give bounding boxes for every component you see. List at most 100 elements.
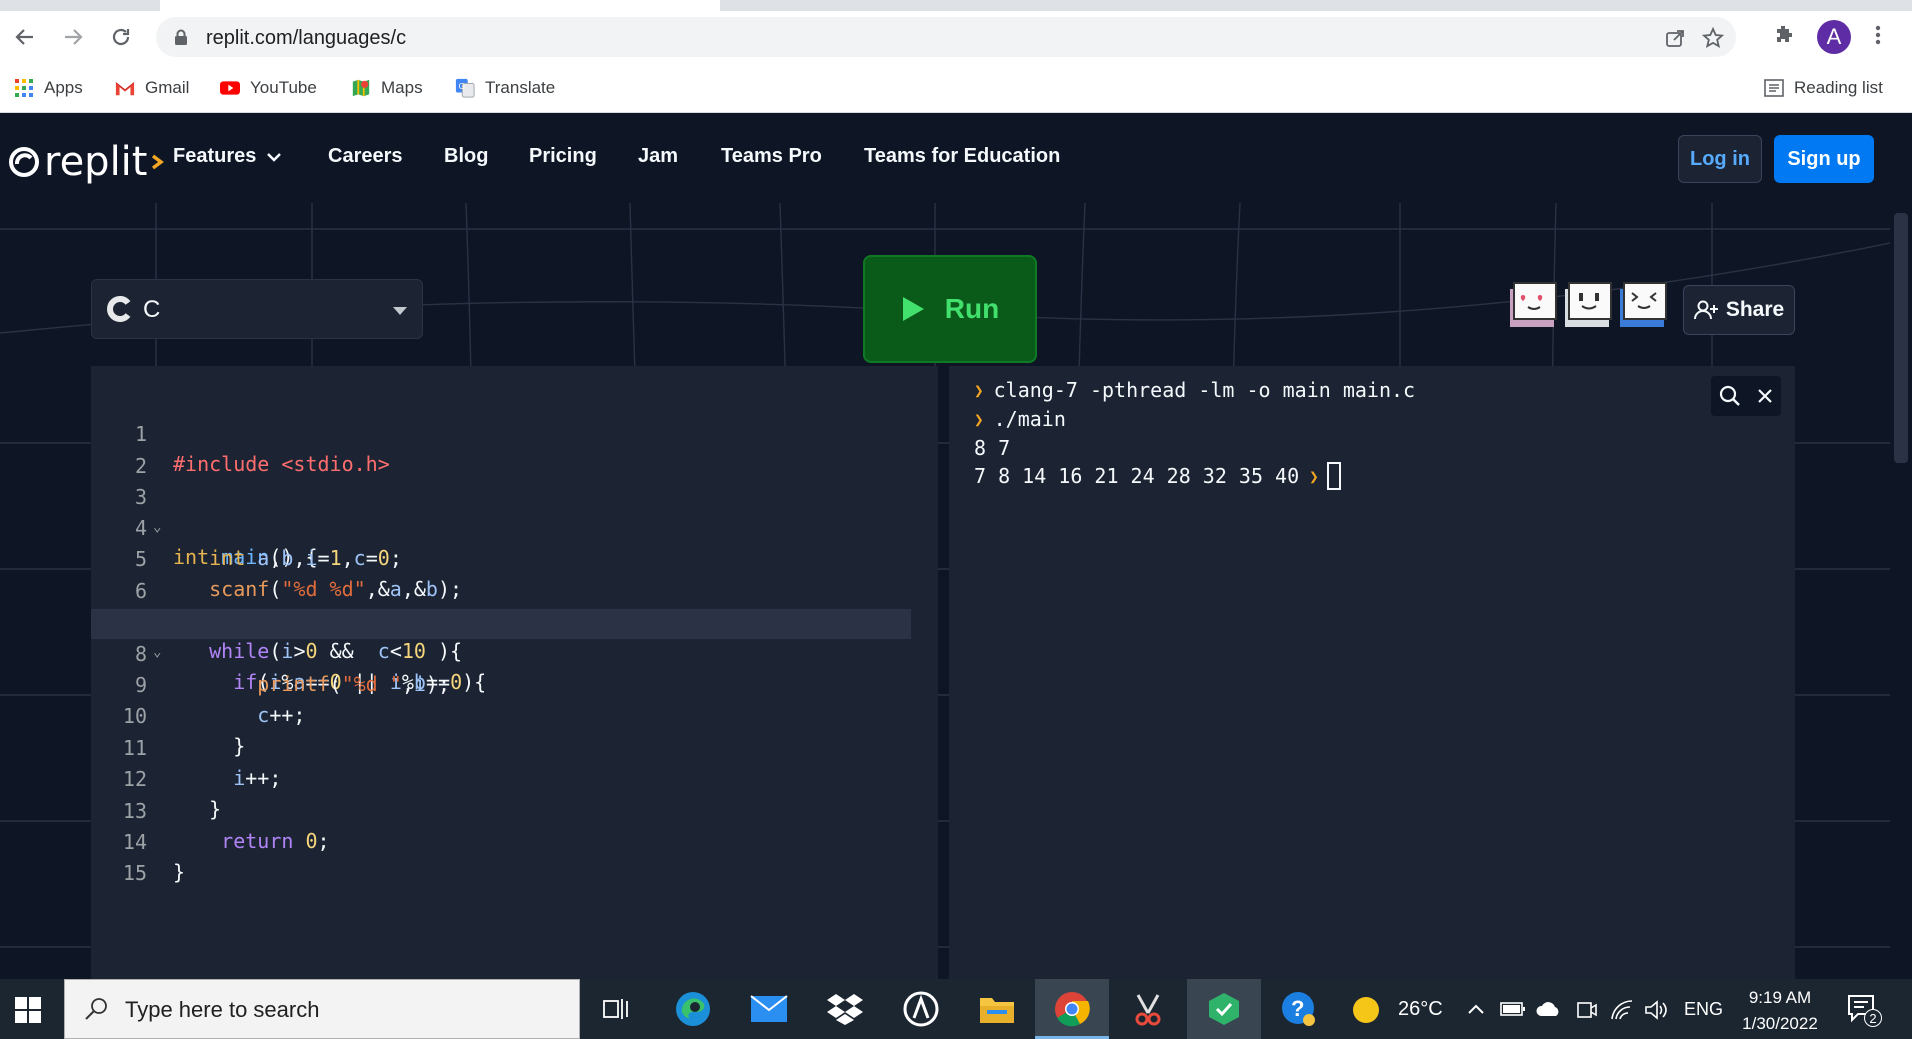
page-scrollbar-thumb[interactable]: [1894, 213, 1908, 463]
taskbar-file-explorer[interactable]: [960, 979, 1034, 1039]
extensions-icon[interactable]: [1772, 23, 1796, 47]
prompt-icon: ❯: [1309, 466, 1319, 486]
code-line: 9 c++;: [91, 640, 911, 727]
bookmark-maps[interactable]: Maps: [351, 74, 423, 102]
share-page-icon[interactable]: [1664, 27, 1686, 49]
browser-toolbar: replit.com/languages/c A: [0, 11, 1912, 65]
bookmark-label: Maps: [381, 78, 423, 97]
code-line: 15: [91, 828, 911, 885]
bookmark-label: Translate: [485, 78, 556, 97]
maps-icon: [351, 78, 371, 98]
apps-grid-icon: [14, 78, 34, 98]
onedrive-icon[interactable]: [1535, 999, 1563, 1019]
close-icon[interactable]: [1756, 387, 1774, 405]
happy-mascot-icon: [1620, 282, 1667, 327]
forward-button[interactable]: [58, 22, 88, 52]
language-select[interactable]: C: [91, 279, 423, 339]
volume-icon[interactable]: [1644, 999, 1668, 1021]
notification-center[interactable]: 2: [1846, 993, 1882, 1029]
bookmark-youtube[interactable]: YouTube: [220, 74, 317, 102]
code-editor[interactable]: 1 #include <stdio.h> 2 3 ⌄ int main() { …: [91, 366, 938, 979]
taskbar-help[interactable]: ?: [1262, 979, 1336, 1039]
top-nav: replit Features Careers Blog Pricing Jam…: [0, 113, 1912, 203]
clock-date: 1/30/2022: [1742, 1014, 1818, 1033]
search-placeholder: Type here to search: [125, 997, 320, 1022]
nav-teams-education[interactable]: Teams for Education: [864, 145, 1060, 168]
weather-temp[interactable]: 26°C: [1398, 998, 1443, 1021]
reload-icon: [112, 28, 130, 46]
console-tools: [1711, 376, 1781, 416]
active-tab[interactable]: [160, 0, 720, 11]
taskbar-app-circle[interactable]: [884, 979, 958, 1039]
nav-teams-pro[interactable]: Teams Pro: [721, 145, 822, 168]
mail-icon: [750, 995, 788, 1022]
console-command: ./main: [993, 407, 1066, 431]
code-line: 1 #include <stdio.h>: [91, 389, 911, 476]
smile-mascot-icon: [1565, 282, 1612, 327]
task-view-button[interactable]: [580, 979, 654, 1039]
share-button[interactable]: Share: [1683, 285, 1795, 335]
code-line-active: 8 printf("%d ",i);: [91, 609, 911, 696]
code-line: 10 }: [91, 671, 911, 758]
taskbar-dropbox[interactable]: [808, 979, 882, 1039]
nav-jam[interactable]: Jam: [638, 145, 678, 168]
meet-now-icon[interactable]: [1576, 999, 1598, 1021]
search-icon: [85, 998, 107, 1020]
heart-eyes-mascot-icon: [1510, 282, 1557, 327]
windows-taskbar: Type here to search ? 26°C ENG 9:19 AM 1…: [0, 979, 1912, 1039]
code-line: 6 ⌄ while(i>0 && c<10 ){: [91, 546, 911, 663]
code-line: 4 int a,b,i=1,c=0;: [91, 483, 911, 570]
login-button[interactable]: Log in: [1678, 135, 1762, 183]
nav-features-label: Features: [173, 145, 257, 167]
taskbar-chrome[interactable]: [1035, 979, 1109, 1039]
address-bar[interactable]: replit.com/languages/c: [156, 17, 1736, 57]
taskbar-snipping[interactable]: [1111, 979, 1185, 1039]
clock[interactable]: 9:19 AM 1/30/2022: [1738, 985, 1822, 1037]
arrow-right-icon: [65, 29, 83, 45]
chevron-down-icon: [267, 152, 282, 162]
run-label: Run: [944, 293, 1000, 324]
code-line: 13 return 0;: [91, 766, 911, 853]
weather-sun-icon: [1353, 997, 1379, 1023]
clock-time: 9:19 AM: [1748, 988, 1812, 1007]
wifi-icon[interactable]: [1610, 999, 1634, 1021]
signup-button[interactable]: Sign up: [1774, 135, 1874, 183]
line-code: }: [173, 860, 186, 884]
translate-icon: G: [455, 78, 475, 98]
bookmark-gmail[interactable]: Gmail: [115, 74, 189, 102]
snipping-tool-icon: [1135, 994, 1161, 1026]
run-button[interactable]: Run: [863, 255, 1037, 363]
nav-pricing[interactable]: Pricing: [529, 145, 597, 168]
bookmark-apps[interactable]: Apps: [14, 74, 83, 102]
chevron-up-icon[interactable]: [1467, 1003, 1485, 1015]
replit-logo[interactable]: replit: [8, 139, 165, 185]
battery-icon[interactable]: [1500, 1001, 1526, 1017]
gmail-icon: [115, 78, 135, 98]
reading-list[interactable]: Reading list: [1764, 74, 1883, 102]
taskbar-app-green[interactable]: [1187, 979, 1261, 1039]
reload-button[interactable]: [106, 22, 136, 52]
profile-avatar[interactable]: A: [1817, 20, 1851, 54]
notification-count-badge: 2: [1864, 1009, 1882, 1027]
share-label: Share: [1725, 298, 1785, 321]
menu-dots-icon[interactable]: [1870, 23, 1886, 47]
nav-features[interactable]: Features: [173, 145, 282, 168]
prompt-icon: ❯: [974, 380, 984, 400]
svg-text:G: G: [459, 82, 465, 91]
nav-blog[interactable]: Blog: [444, 145, 488, 168]
bookmark-translate[interactable]: G Translate: [455, 74, 555, 102]
windows-start-icon[interactable]: [14, 996, 42, 1024]
green-app-icon: [1209, 993, 1239, 1025]
bookmark-star-icon[interactable]: [1702, 27, 1724, 49]
input-language[interactable]: ENG: [1684, 999, 1723, 1020]
console-panel[interactable]: ❯ clang-7 -pthread -lm -o main main.c ❯ …: [949, 366, 1795, 979]
back-button[interactable]: [10, 22, 40, 52]
language-name: C: [143, 296, 161, 323]
nav-careers[interactable]: Careers: [328, 145, 403, 168]
search-icon[interactable]: [1719, 385, 1741, 407]
taskbar-mail[interactable]: [732, 979, 806, 1039]
terminal-cursor[interactable]: [1326, 462, 1341, 490]
url-text: replit.com/languages/c: [206, 27, 407, 49]
taskbar-search[interactable]: Type here to search: [64, 979, 580, 1039]
taskbar-edge[interactable]: [656, 979, 730, 1039]
